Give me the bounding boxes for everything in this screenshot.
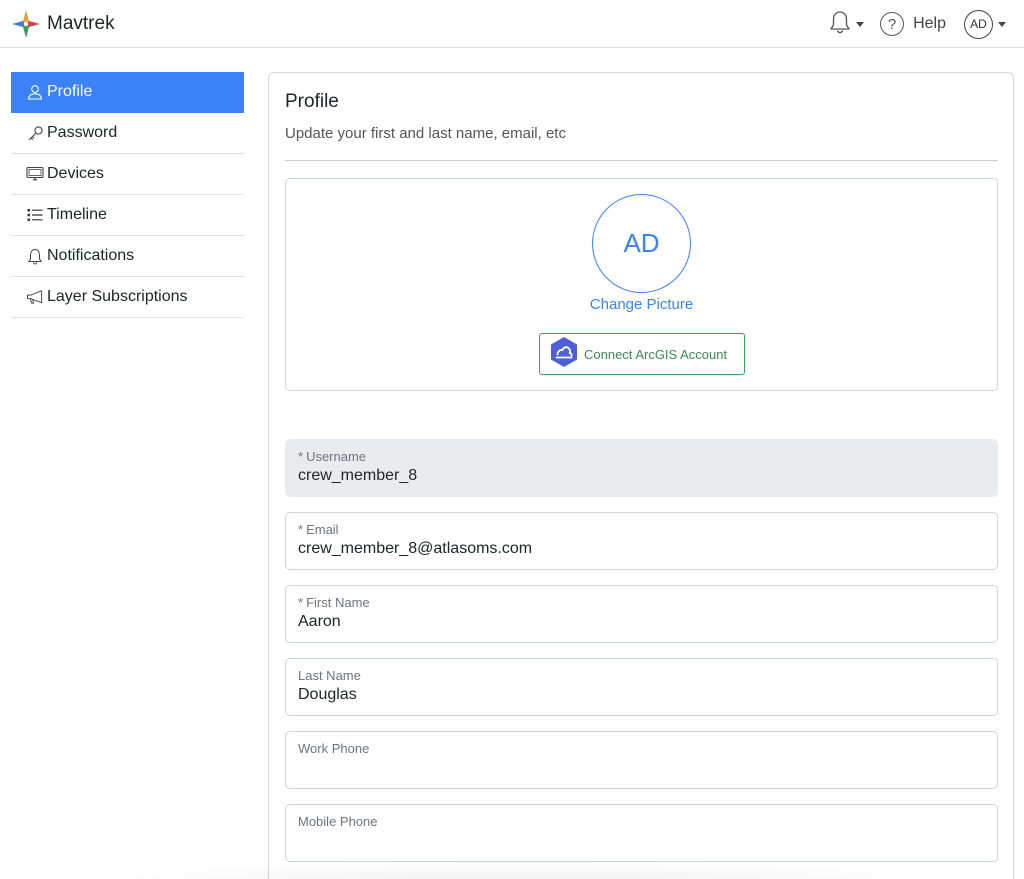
sidebar-item-label: Timeline (47, 206, 107, 223)
username-value: crew_member_8 (298, 467, 418, 484)
profile-card: Profile Update your first and last name,… (268, 72, 1014, 879)
sidebar-item-label: Devices (47, 165, 104, 182)
sidebar-item-notifications[interactable]: Notifications (11, 236, 244, 277)
last-name-label: Last Name (298, 668, 361, 683)
person-icon (26, 83, 44, 101)
connect-arcgis-button[interactable]: Connect ArcGIS Account (539, 333, 745, 375)
last-name-value: Douglas (298, 686, 357, 703)
last-name-field[interactable]: Last Name Douglas (285, 658, 998, 716)
sidebar-item-devices[interactable]: Devices (11, 154, 244, 195)
page-subtitle: Update your first and last name, email, … (285, 125, 566, 142)
email-field[interactable]: * Email crew_member_8@atlasoms.com (285, 512, 998, 570)
avatar: AD (964, 9, 993, 39)
brand[interactable]: Mavtrek (10, 8, 115, 40)
work-phone-value (298, 759, 985, 779)
chevron-down-icon (856, 21, 865, 27)
mobile-phone-label: Mobile Phone (298, 814, 378, 829)
bell-icon (26, 247, 44, 265)
sidebar-item-label: Profile (47, 83, 93, 100)
user-menu-dropdown[interactable]: AD (964, 9, 1006, 39)
email-value: crew_member_8@atlasoms.com (298, 540, 533, 557)
bell-icon (829, 10, 851, 39)
chevron-down-icon (998, 21, 1006, 27)
sidebar-item-label: Notifications (47, 247, 135, 264)
connect-arcgis-label: Connect ArcGIS Account (584, 346, 728, 362)
sidebar-item-label: Layer Subscriptions (47, 288, 188, 305)
email-label: Email (306, 522, 339, 537)
notifications-dropdown[interactable] (829, 10, 865, 39)
work-phone-label: Work Phone (298, 741, 370, 756)
question-icon: ? (880, 12, 905, 36)
compass-logo-icon (10, 8, 42, 40)
profile-picture-panel: AD Change Picture Connect ArcGIS Account (285, 178, 998, 391)
help-label: Help (913, 15, 946, 32)
required-mark: * (298, 449, 304, 464)
monitor-icon (26, 165, 44, 183)
mobile-phone-value (298, 832, 985, 852)
help-link[interactable]: ? Help (880, 12, 946, 36)
work-phone-field[interactable]: Work Phone (285, 731, 998, 789)
mobile-phone-field[interactable]: Mobile Phone (285, 804, 998, 862)
required-mark: * (298, 522, 304, 537)
username-label: Username (306, 449, 367, 464)
change-picture-link[interactable]: Change Picture (286, 296, 997, 313)
first-name-value: Aaron (298, 613, 341, 630)
arcgis-logo-icon (550, 336, 578, 373)
sidebar-item-profile[interactable]: Profile (11, 72, 244, 113)
sidebar-item-timeline[interactable]: Timeline (11, 195, 244, 236)
username-field[interactable]: * Username crew_member_8 (285, 439, 998, 497)
app-name: Mavtrek (47, 13, 115, 34)
divider (285, 160, 998, 161)
first-name-field[interactable]: * First Name Aaron (285, 585, 998, 643)
sidebar-item-password[interactable]: Password (11, 113, 244, 154)
settings-sidebar: Profile Password Devices Timeline Notifi… (11, 72, 244, 318)
sidebar-item-label: Password (47, 124, 118, 141)
required-mark: * (298, 595, 304, 610)
page-title: Profile (285, 91, 339, 112)
sidebar-item-layer-subscriptions[interactable]: Layer Subscriptions (11, 277, 244, 318)
key-icon (26, 124, 44, 142)
top-navbar: Mavtrek ? Help AD (0, 0, 1024, 48)
avatar[interactable]: AD (592, 194, 691, 293)
list-icon (26, 206, 44, 224)
bottom-shadow (100, 860, 950, 879)
megaphone-icon (26, 288, 44, 306)
first-name-label: First Name (306, 595, 370, 610)
